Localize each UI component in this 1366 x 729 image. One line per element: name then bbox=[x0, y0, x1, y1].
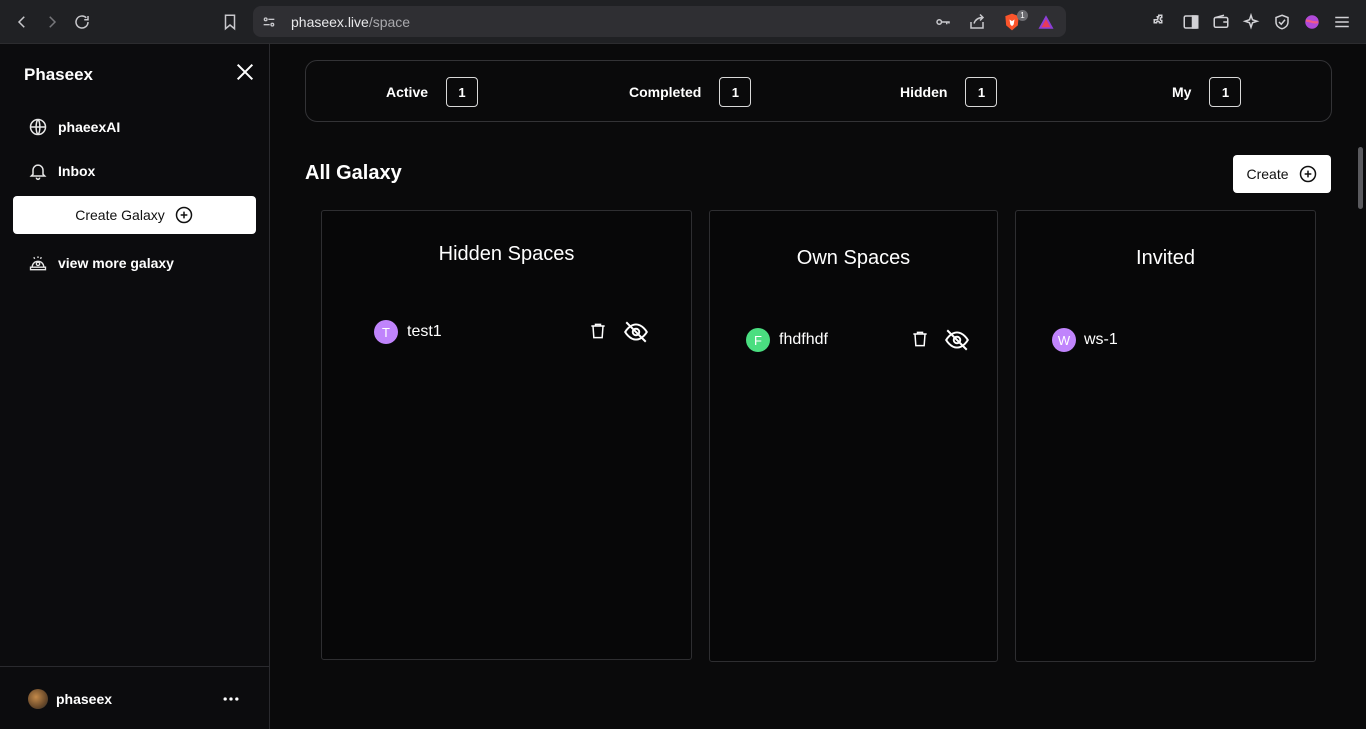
menu-icon[interactable] bbox=[1332, 12, 1352, 32]
space-initial: W bbox=[1057, 332, 1071, 348]
sidebar: Phaseex phaeexAI Inbox Create Galaxy vie… bbox=[0, 44, 270, 729]
user-footer: phaseex bbox=[0, 666, 270, 729]
space-initial: T bbox=[382, 324, 390, 340]
panel-title: Hidden Spaces bbox=[438, 243, 575, 265]
stat-count: 1 bbox=[446, 77, 479, 107]
trash-icon[interactable] bbox=[910, 329, 932, 351]
list-item[interactable]: W ws-1 bbox=[1016, 327, 1315, 355]
stat-label: Completed bbox=[629, 84, 702, 100]
url-text[interactable]: phaseex.live/space bbox=[291, 14, 410, 30]
rewards-icon[interactable] bbox=[1036, 12, 1056, 32]
back-icon[interactable] bbox=[10, 10, 34, 34]
address-bar[interactable]: phaseex.live/space 1 bbox=[253, 6, 1066, 37]
browser-toolbar: phaseex.live/space 1 bbox=[0, 0, 1366, 44]
profile-icon[interactable] bbox=[1302, 12, 1322, 32]
sidebar-item-phaeexai[interactable]: phaeexAI bbox=[28, 117, 120, 137]
more-options-icon[interactable] bbox=[221, 689, 241, 709]
stat-label: Active bbox=[386, 84, 429, 100]
stat-hidden[interactable]: Hidden 1 bbox=[900, 77, 998, 107]
stat-label: My bbox=[1172, 84, 1192, 100]
space-avatar: W bbox=[1052, 328, 1076, 352]
space-initial: F bbox=[754, 332, 762, 348]
user-name: phaseex bbox=[56, 691, 113, 707]
stat-label: Hidden bbox=[900, 84, 948, 100]
create-label: Create bbox=[1246, 166, 1289, 182]
galaxy-icon bbox=[28, 253, 48, 273]
panel-title: Own Spaces bbox=[796, 247, 911, 269]
stat-active[interactable]: Active 1 bbox=[386, 77, 479, 107]
plus-circle-icon bbox=[1298, 164, 1318, 184]
page-title: All Galaxy bbox=[305, 162, 402, 184]
space-avatar: F bbox=[746, 328, 770, 352]
vpn-icon[interactable] bbox=[1272, 12, 1292, 32]
eye-off-icon[interactable] bbox=[623, 319, 649, 345]
trash-icon[interactable] bbox=[588, 321, 610, 343]
forward-icon[interactable] bbox=[40, 10, 64, 34]
shield-badge: 1 bbox=[1017, 10, 1028, 21]
list-item[interactable]: T test1 bbox=[322, 319, 691, 347]
scrollbar-thumb[interactable] bbox=[1358, 147, 1363, 209]
space-name: fhdfhdf bbox=[779, 331, 828, 348]
stat-count: 1 bbox=[719, 77, 752, 107]
key-icon[interactable] bbox=[933, 12, 953, 32]
sidebar-toggle-icon[interactable] bbox=[1181, 12, 1201, 32]
plus-circle-icon bbox=[174, 205, 194, 225]
avatar[interactable] bbox=[28, 689, 48, 709]
leo-ai-icon[interactable] bbox=[1241, 12, 1261, 32]
panel-own-spaces: Own Spaces F fhdfhdf bbox=[709, 210, 998, 662]
extensions-icon[interactable] bbox=[1151, 12, 1171, 32]
site-settings-icon[interactable] bbox=[259, 12, 279, 32]
list-item[interactable]: F fhdfhdf bbox=[710, 327, 997, 355]
space-name: test1 bbox=[407, 323, 442, 340]
sidebar-item-inbox[interactable]: Inbox bbox=[28, 161, 95, 181]
view-more-galaxy-link[interactable]: view more galaxy bbox=[28, 253, 174, 273]
reload-icon[interactable] bbox=[70, 10, 94, 34]
panel-title: Invited bbox=[1136, 247, 1195, 269]
url-path: /space bbox=[368, 14, 411, 30]
stat-count: 1 bbox=[1209, 77, 1242, 107]
create-galaxy-label: Create Galaxy bbox=[75, 207, 165, 223]
brand-title: Phaseex bbox=[24, 65, 93, 84]
url-host: phaseex.live bbox=[291, 14, 369, 30]
globe-icon bbox=[28, 117, 48, 137]
stat-my[interactable]: My 1 bbox=[1172, 77, 1242, 107]
eye-off-icon[interactable] bbox=[944, 327, 970, 353]
stat-completed[interactable]: Completed 1 bbox=[629, 77, 752, 107]
create-galaxy-button[interactable]: Create Galaxy bbox=[13, 196, 256, 234]
create-button[interactable]: Create bbox=[1233, 155, 1331, 193]
bell-icon bbox=[28, 161, 48, 181]
view-more-label: view more galaxy bbox=[58, 255, 174, 271]
share-icon[interactable] bbox=[967, 12, 987, 32]
sidebar-item-label: Inbox bbox=[58, 163, 96, 179]
close-icon[interactable] bbox=[234, 61, 256, 83]
panel-invited: Invited W ws-1 bbox=[1015, 210, 1316, 662]
space-name: ws-1 bbox=[1084, 331, 1118, 348]
space-avatar: T bbox=[374, 320, 398, 344]
wallet-icon[interactable] bbox=[1211, 12, 1231, 32]
sidebar-item-label: phaeexAI bbox=[58, 119, 121, 135]
stats-bar: Active 1 Completed 1 Hidden 1 My 1 bbox=[305, 60, 1332, 122]
stat-count: 1 bbox=[965, 77, 998, 107]
panel-hidden-spaces: Hidden Spaces T test1 bbox=[321, 210, 692, 660]
bookmark-icon[interactable] bbox=[218, 10, 242, 34]
